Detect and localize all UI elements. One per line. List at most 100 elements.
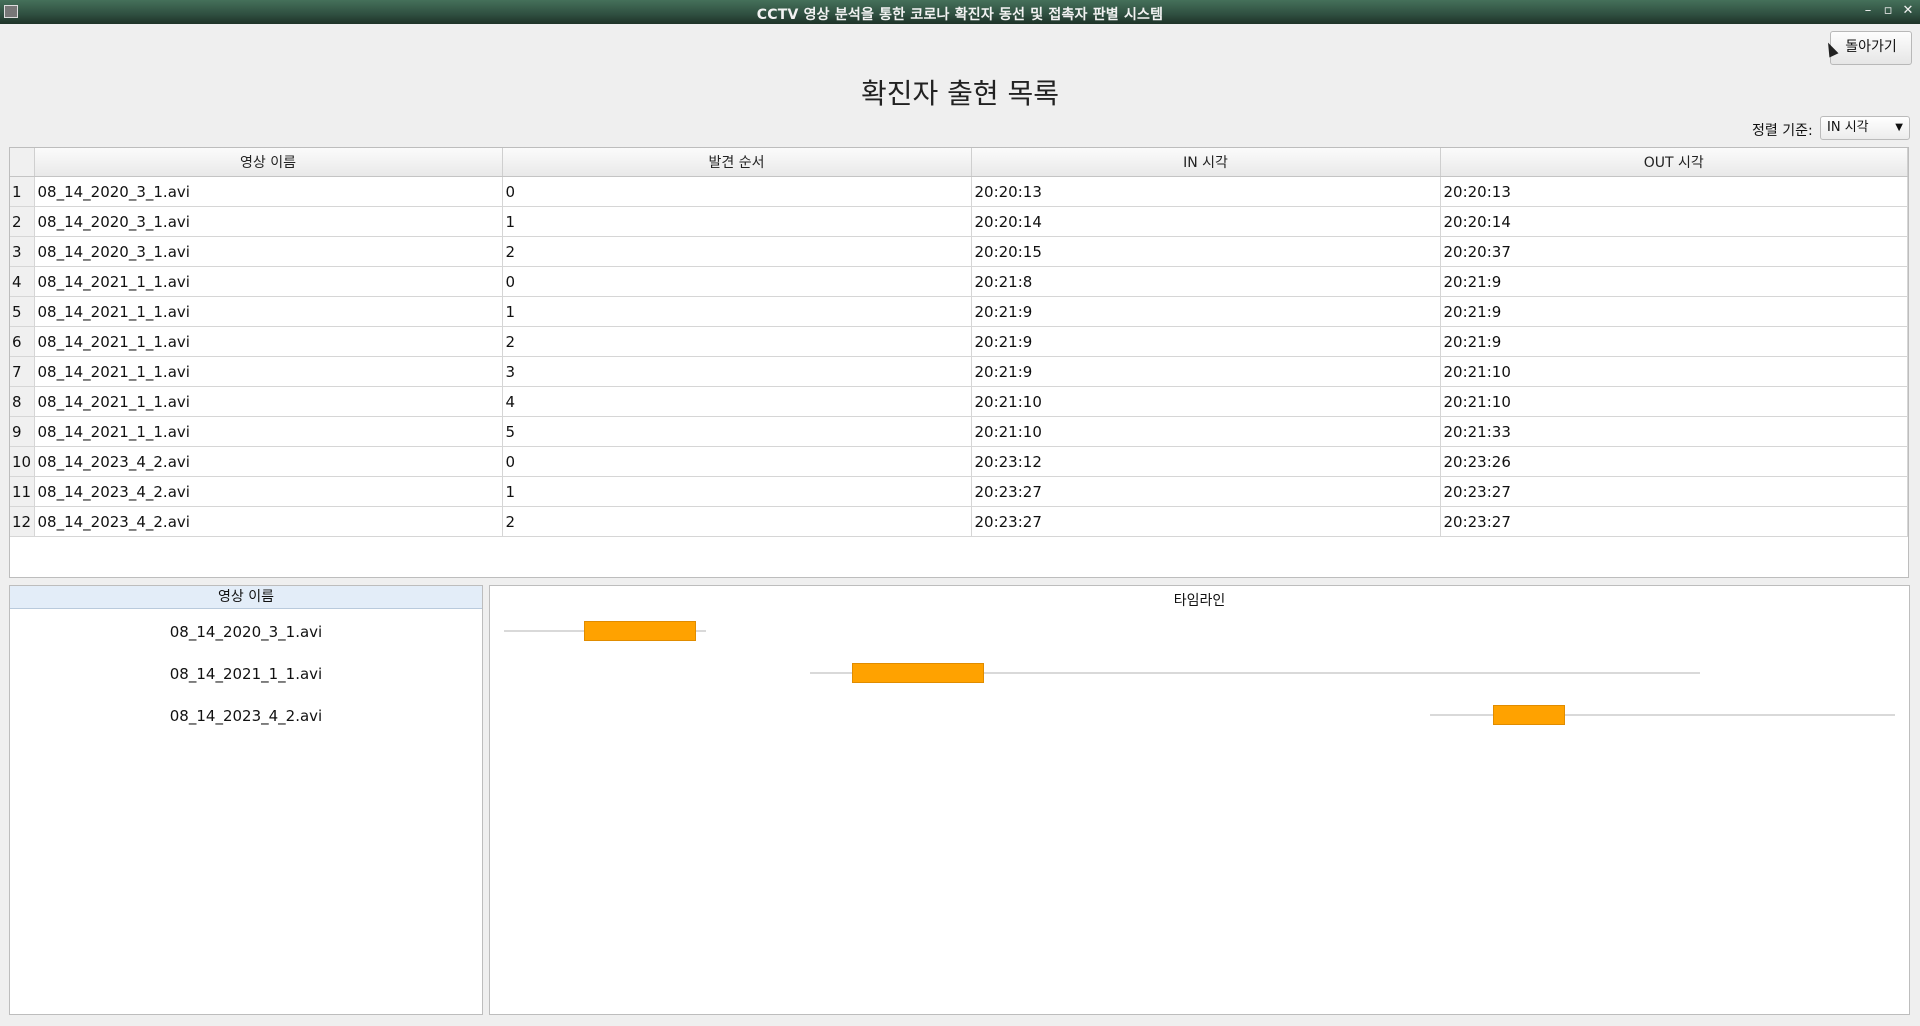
in-time-cell[interactable]: 20:21:9 [971,356,1441,387]
row-number[interactable]: 5 [10,296,35,327]
table-row[interactable]: 5 08_14_2021_1_1.avi 1 20:21:9 20:21:9 [10,296,1908,327]
out-time-cell[interactable]: 20:23:27 [1440,476,1908,507]
row-number[interactable]: 12 [10,506,35,537]
sort-label: 정렬 기준: [1752,123,1813,139]
table-row[interactable]: 9 08_14_2021_1_1.avi 5 20:21:10 20:21:33 [10,416,1908,447]
chevron-down-icon: ▼ [1895,122,1903,133]
list-item[interactable]: 08_14_2020_3_1.avi [10,611,482,653]
video-name-cell[interactable]: 08_14_2020_3_1.avi [34,206,503,237]
row-number[interactable]: 4 [10,266,35,297]
video-name-cell[interactable]: 08_14_2021_1_1.avi [34,326,503,357]
timeline-bar[interactable] [584,621,696,641]
out-time-cell[interactable]: 20:21:9 [1440,296,1908,327]
row-number[interactable]: 8 [10,386,35,417]
order-cell[interactable]: 0 [502,446,972,477]
order-cell[interactable]: 2 [502,506,972,537]
order-cell[interactable]: 4 [502,386,972,417]
video-list: 08_14_2020_3_1.avi 08_14_2021_1_1.avi 08_1… [10,609,482,737]
video-name-cell[interactable]: 08_14_2023_4_2.avi [34,506,503,537]
order-cell[interactable]: 2 [502,326,972,357]
out-time-cell[interactable]: 20:21:9 [1440,266,1908,297]
order-cell[interactable]: 0 [502,176,972,207]
in-time-cell[interactable]: 20:21:9 [971,326,1441,357]
in-time-cell[interactable]: 20:21:9 [971,296,1441,327]
in-time-cell[interactable]: 20:21:8 [971,266,1441,297]
in-time-cell[interactable]: 20:20:15 [971,236,1441,267]
out-time-cell[interactable]: 20:21:10 [1440,356,1908,387]
video-name-cell[interactable]: 08_14_2021_1_1.avi [34,416,503,447]
column-header-in-time[interactable]: IN 시각 [971,148,1441,177]
in-time-cell[interactable]: 20:21:10 [971,386,1441,417]
video-name-cell[interactable]: 08_14_2020_3_1.avi [34,236,503,267]
row-number[interactable]: 9 [10,416,35,447]
column-header-video-name[interactable]: 영상 이름 [34,148,503,177]
page-title: 확진자 출현 목록 [860,77,1060,110]
video-list-panel: 영상 이름 08_14_2020_3_1.avi 08_14_2021_1_1.a… [9,585,483,1015]
window-controls: – ▫ ✕ [1862,3,1914,18]
table-corner[interactable] [10,148,35,177]
table-row[interactable]: 4 08_14_2021_1_1.avi 0 20:21:8 20:21:9 [10,266,1908,297]
back-button[interactable]: 돌아가기 [1830,31,1912,65]
out-time-cell[interactable]: 20:20:14 [1440,206,1908,237]
row-number[interactable]: 3 [10,236,35,267]
table-row[interactable]: 3 08_14_2020_3_1.avi 2 20:20:15 20:20:37 [10,236,1908,267]
out-time-cell[interactable]: 20:21:9 [1440,326,1908,357]
order-cell[interactable]: 3 [502,356,972,387]
appearance-table[interactable]: 영상 이름 발견 순서 IN 시각 OUT 시각 1 08_14_2020_3_1… [9,147,1909,578]
row-number[interactable]: 7 [10,356,35,387]
in-time-cell[interactable]: 20:23:27 [971,506,1441,537]
table-header-row: 영상 이름 발견 순서 IN 시각 OUT 시각 [10,148,1908,177]
table-row[interactable]: 10 08_14_2023_4_2.avi 0 20:23:12 20:23:26 [10,446,1908,477]
out-time-cell[interactable]: 20:23:26 [1440,446,1908,477]
out-time-cell[interactable]: 20:21:10 [1440,386,1908,417]
table-row[interactable]: 8 08_14_2021_1_1.avi 4 20:21:10 20:21:10 [10,386,1908,417]
list-item[interactable]: 08_14_2021_1_1.avi [10,653,482,695]
order-cell[interactable]: 1 [502,476,972,507]
timeline-bar[interactable] [852,663,984,683]
close-icon[interactable]: ✕ [1902,3,1914,18]
row-number[interactable]: 10 [10,446,35,477]
table-row[interactable]: 7 08_14_2021_1_1.avi 3 20:21:9 20:21:10 [10,356,1908,387]
table-row[interactable]: 12 08_14_2023_4_2.avi 2 20:23:27 20:23:27 [10,506,1908,537]
order-cell[interactable]: 1 [502,206,972,237]
row-number[interactable]: 2 [10,206,35,237]
video-name-cell[interactable]: 08_14_2021_1_1.avi [34,266,503,297]
list-item[interactable]: 08_14_2023_4_2.avi [10,695,482,737]
video-name-cell[interactable]: 08_14_2023_4_2.avi [34,446,503,477]
in-time-cell[interactable]: 20:20:14 [971,206,1441,237]
video-name-cell[interactable]: 08_14_2021_1_1.avi [34,356,503,387]
in-time-cell[interactable]: 20:20:13 [971,176,1441,207]
order-cell[interactable]: 2 [502,236,972,267]
out-time-cell[interactable]: 20:20:13 [1440,176,1908,207]
row-number[interactable]: 11 [10,476,35,507]
row-number[interactable]: 6 [10,326,35,357]
order-cell[interactable]: 5 [502,416,972,447]
minimize-icon[interactable]: – [1862,3,1874,18]
in-time-cell[interactable]: 20:23:27 [971,476,1441,507]
in-time-cell[interactable]: 20:21:10 [971,416,1441,447]
window-title: CCTV 영상 분석을 통한 코로나 확진자 동선 및 접촉자 판별 시스템 [756,7,1164,23]
video-name-cell[interactable]: 08_14_2021_1_1.avi [34,386,503,417]
column-header-out-time[interactable]: OUT 시각 [1440,148,1908,177]
order-cell[interactable]: 0 [502,266,972,297]
table-row[interactable]: 1 08_14_2020_3_1.avi 0 20:20:13 20:20:13 [10,176,1908,207]
timeline-panel: 타임라인 [489,585,1910,1015]
out-time-cell[interactable]: 20:20:37 [1440,236,1908,267]
timeline-bar[interactable] [1493,705,1565,725]
video-list-header[interactable]: 영상 이름 [10,586,482,609]
timeline-title: 타임라인 [1173,593,1226,609]
in-time-cell[interactable]: 20:23:12 [971,446,1441,477]
table-row[interactable]: 11 08_14_2023_4_2.avi 1 20:23:27 20:23:27 [10,476,1908,507]
column-header-order[interactable]: 발견 순서 [502,148,972,177]
video-name-cell[interactable]: 08_14_2021_1_1.avi [34,296,503,327]
video-name-cell[interactable]: 08_14_2020_3_1.avi [34,176,503,207]
table-row[interactable]: 6 08_14_2021_1_1.avi 2 20:21:9 20:21:9 [10,326,1908,357]
sort-select[interactable]: IN 시각 ▼ [1820,116,1910,140]
order-cell[interactable]: 1 [502,296,972,327]
maximize-icon[interactable]: ▫ [1882,3,1894,18]
out-time-cell[interactable]: 20:23:27 [1440,506,1908,537]
row-number[interactable]: 1 [10,176,35,207]
table-row[interactable]: 2 08_14_2020_3_1.avi 1 20:20:14 20:20:14 [10,206,1908,237]
video-name-cell[interactable]: 08_14_2023_4_2.avi [34,476,503,507]
out-time-cell[interactable]: 20:21:33 [1440,416,1908,447]
